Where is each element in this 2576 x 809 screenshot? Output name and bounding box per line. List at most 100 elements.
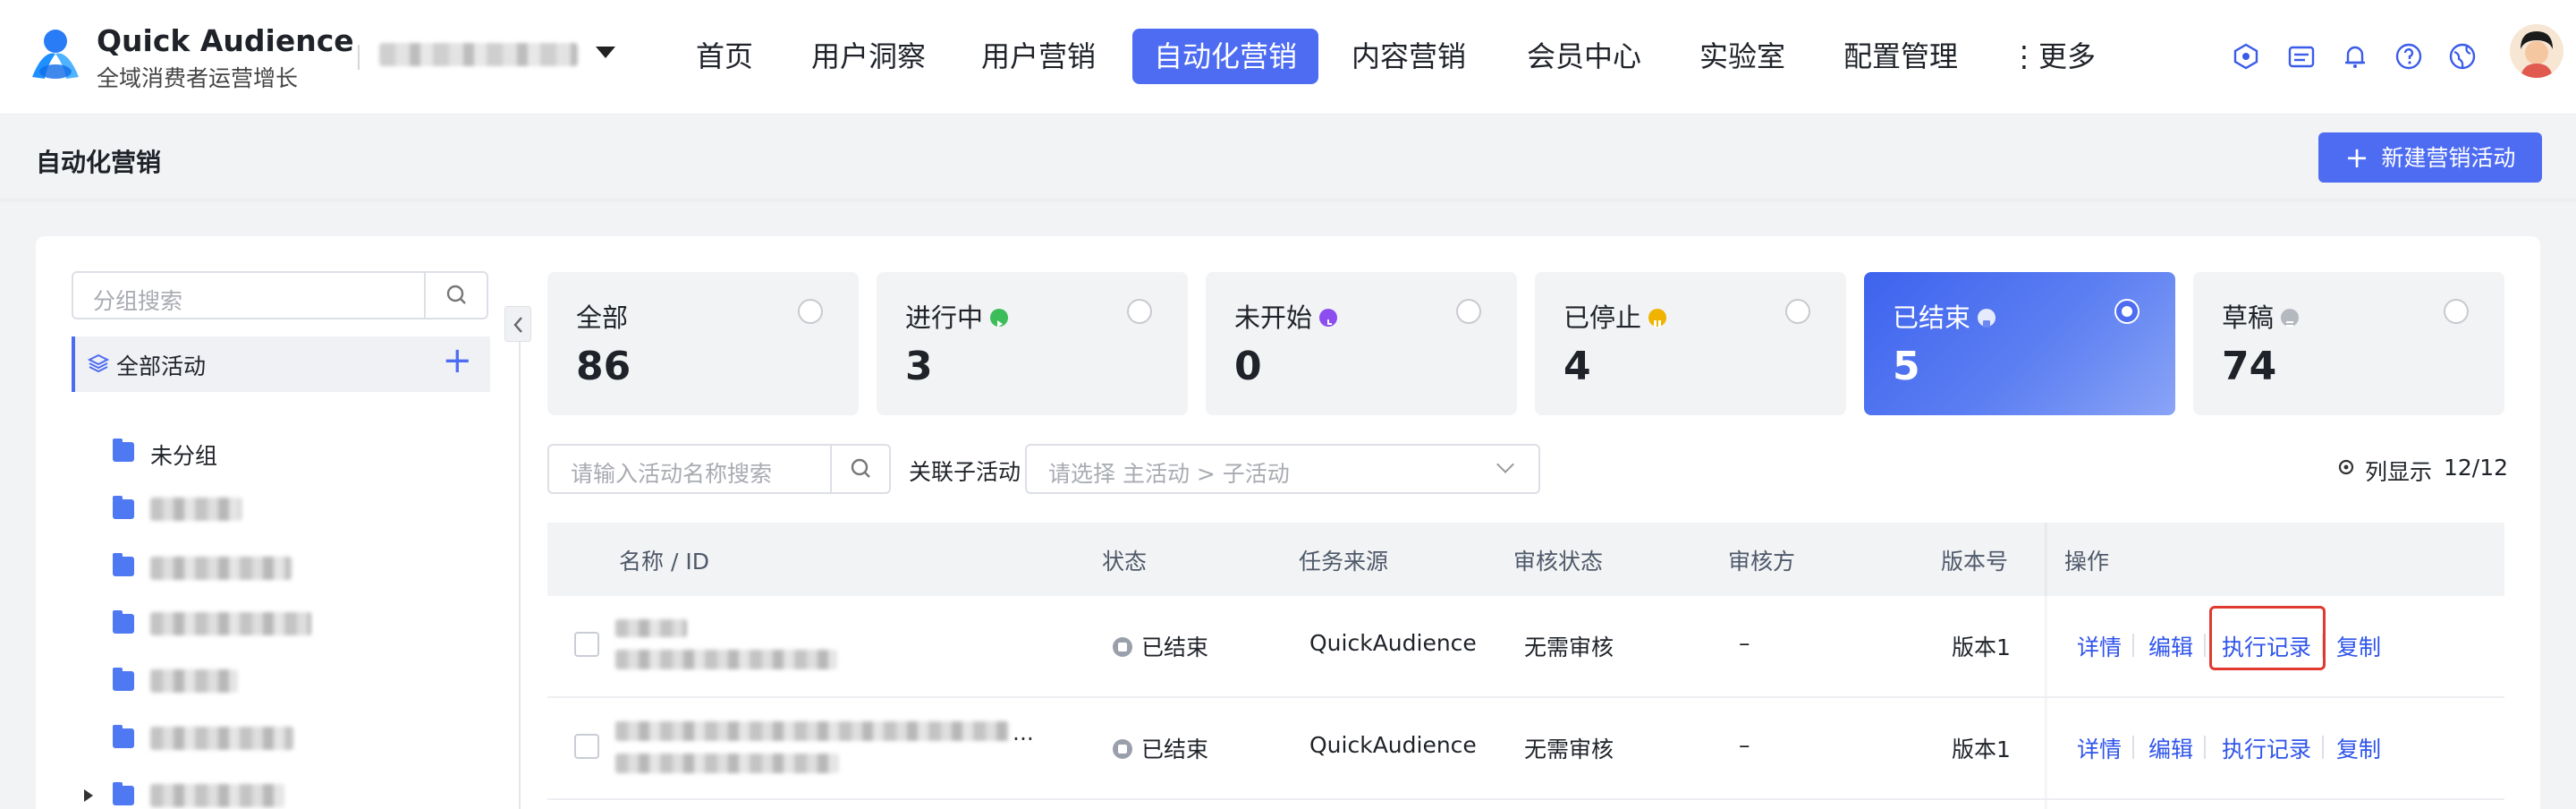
row-status-text: 已结束 bbox=[1141, 634, 1209, 660]
group-search-button[interactable] bbox=[424, 273, 487, 318]
nav-lab[interactable]: 实验室 bbox=[1690, 29, 1794, 84]
help-icon[interactable] bbox=[2394, 41, 2424, 72]
action-details-link[interactable]: 详情 bbox=[2077, 630, 2122, 662]
nav-more-label: 更多 bbox=[2038, 39, 2096, 73]
nav-config[interactable]: 配置管理 bbox=[1834, 29, 1968, 84]
row-checkbox[interactable] bbox=[574, 632, 599, 657]
header-divider bbox=[358, 45, 360, 70]
highlight-annotation-box bbox=[2209, 606, 2326, 670]
bell-icon[interactable] bbox=[2340, 41, 2370, 72]
col-header-source: 任务来源 bbox=[1299, 549, 1389, 575]
data-app-icon[interactable] bbox=[2231, 41, 2261, 72]
redacted-group-name bbox=[150, 669, 238, 693]
action-edit-link[interactable]: 编辑 bbox=[2148, 732, 2193, 764]
caret-down-icon[interactable] bbox=[596, 47, 615, 58]
stat-count: 3 bbox=[905, 344, 933, 389]
play-status-icon bbox=[990, 309, 1009, 328]
stat-radio-selected[interactable] bbox=[2114, 299, 2140, 324]
nav-content-marketing[interactable]: 内容营销 bbox=[1342, 29, 1476, 84]
collapse-panel-button[interactable] bbox=[504, 306, 531, 342]
header-divider-band bbox=[0, 199, 2576, 202]
ended-status-icon bbox=[1113, 637, 1132, 657]
stat-card-all[interactable]: 全部 86 bbox=[547, 272, 859, 415]
stat-radio[interactable] bbox=[2444, 299, 2469, 324]
group-all-activities[interactable]: 全部活动 + bbox=[72, 336, 490, 392]
nav-user-marketing[interactable]: 用户营销 bbox=[971, 29, 1106, 84]
new-campaign-button[interactable]: + 新建营销活动 bbox=[2318, 132, 2542, 183]
col-header-version: 版本号 bbox=[1941, 549, 2009, 575]
action-details-link[interactable]: 详情 bbox=[2077, 732, 2122, 764]
action-separator bbox=[2204, 634, 2206, 657]
stat-count: 4 bbox=[1563, 344, 1591, 389]
row-status: 已结束 bbox=[1113, 630, 1208, 662]
new-campaign-label: 新建营销活动 bbox=[2381, 145, 2516, 171]
message-icon[interactable] bbox=[2286, 41, 2317, 72]
nav-home[interactable]: 首页 bbox=[680, 29, 769, 84]
gear-icon[interactable] bbox=[2336, 457, 2356, 477]
action-edit-link[interactable]: 编辑 bbox=[2148, 630, 2193, 662]
row-checkbox[interactable] bbox=[574, 734, 599, 759]
action-copy-link[interactable]: 复制 bbox=[2336, 732, 2381, 764]
activity-search-input[interactable]: 请输入活动名称搜索 bbox=[547, 444, 891, 494]
stat-label: 未开始 bbox=[1234, 297, 1338, 335]
stat-card-not-started[interactable]: 未开始 0 bbox=[1206, 272, 1517, 415]
stat-radio[interactable] bbox=[1785, 299, 1810, 324]
chevron-down-icon bbox=[1496, 456, 1514, 473]
stat-label: 全部 bbox=[576, 302, 629, 333]
stat-card-draft[interactable]: 草稿 74 bbox=[2193, 272, 2504, 415]
row-review-status: 无需审核 bbox=[1524, 737, 1614, 762]
folder-icon bbox=[113, 610, 134, 634]
activity-search-button[interactable] bbox=[830, 446, 889, 492]
workspace-selector-redacted[interactable] bbox=[379, 43, 578, 66]
row-review-status: 无需审核 bbox=[1524, 634, 1614, 660]
draft-status-icon bbox=[2281, 309, 2300, 327]
stat-count: 5 bbox=[1893, 344, 1920, 389]
group-ungrouped-label: 未分组 bbox=[150, 443, 218, 469]
action-separator bbox=[2322, 736, 2324, 759]
stat-radio[interactable] bbox=[1127, 299, 1152, 324]
folder-icon bbox=[113, 782, 134, 805]
stat-count: 0 bbox=[1234, 344, 1262, 389]
search-icon bbox=[446, 285, 466, 304]
stat-radio[interactable] bbox=[798, 299, 823, 324]
sub-activity-label: 关联子活动 bbox=[909, 459, 1021, 485]
row-reviewer: – bbox=[1739, 732, 1750, 758]
row-source: QuickAudience bbox=[1309, 732, 1477, 758]
nav-member-center[interactable]: 会员中心 bbox=[1517, 29, 1651, 84]
action-execution-record-link[interactable]: 执行记录 bbox=[2222, 732, 2311, 764]
folder-icon bbox=[113, 725, 134, 748]
expand-caret-icon[interactable] bbox=[84, 789, 93, 802]
chevron-left-icon bbox=[513, 317, 522, 333]
quick-audience-logo-icon[interactable] bbox=[27, 27, 84, 84]
col-header-review-status: 审核状态 bbox=[1513, 549, 1604, 575]
redacted-activity-name bbox=[615, 721, 1009, 741]
globe-icon[interactable] bbox=[2447, 41, 2478, 72]
redacted-group-name bbox=[150, 727, 293, 750]
redacted-group-name bbox=[150, 784, 284, 807]
folder-icon bbox=[113, 496, 134, 519]
more-dots-icon: ⋮ bbox=[2009, 39, 2038, 73]
sub-activity-select[interactable]: 请选择 主活动 > 子活动 bbox=[1025, 444, 1540, 494]
pause-status-icon bbox=[1648, 309, 1667, 328]
row-divider bbox=[547, 696, 2504, 698]
stat-card-running[interactable]: 进行中 3 bbox=[877, 272, 1188, 415]
stat-card-stopped[interactable]: 已停止 4 bbox=[1535, 272, 1846, 415]
nav-automated-marketing[interactable]: 自动化营销 bbox=[1132, 29, 1318, 84]
stat-card-ended[interactable]: 已结束 5 bbox=[1864, 272, 2175, 415]
action-copy-link[interactable]: 复制 bbox=[2336, 630, 2381, 662]
clock-status-icon bbox=[1319, 309, 1338, 327]
plus-icon: + bbox=[2344, 141, 2369, 175]
add-group-icon[interactable]: + bbox=[442, 340, 472, 381]
group-search-placeholder: 分组搜索 bbox=[93, 288, 183, 314]
nav-user-insight[interactable]: 用户洞察 bbox=[801, 29, 936, 84]
stat-radio[interactable] bbox=[1456, 299, 1481, 324]
sub-activity-placeholder: 请选择 主活动 > 子活动 bbox=[1048, 461, 1290, 487]
activity-search-placeholder: 请输入活动名称搜索 bbox=[571, 461, 773, 487]
user-avatar[interactable] bbox=[2510, 24, 2563, 78]
group-search-input[interactable]: 分组搜索 bbox=[72, 271, 488, 319]
column-display-button[interactable]: 列显示 bbox=[2365, 455, 2432, 487]
stat-label: 进行中 bbox=[905, 297, 1009, 335]
col-header-name: 名称 / ID bbox=[619, 549, 709, 575]
col-header-actions: 操作 bbox=[2064, 549, 2110, 575]
nav-more[interactable]: ⋮更多 bbox=[2004, 29, 2102, 84]
